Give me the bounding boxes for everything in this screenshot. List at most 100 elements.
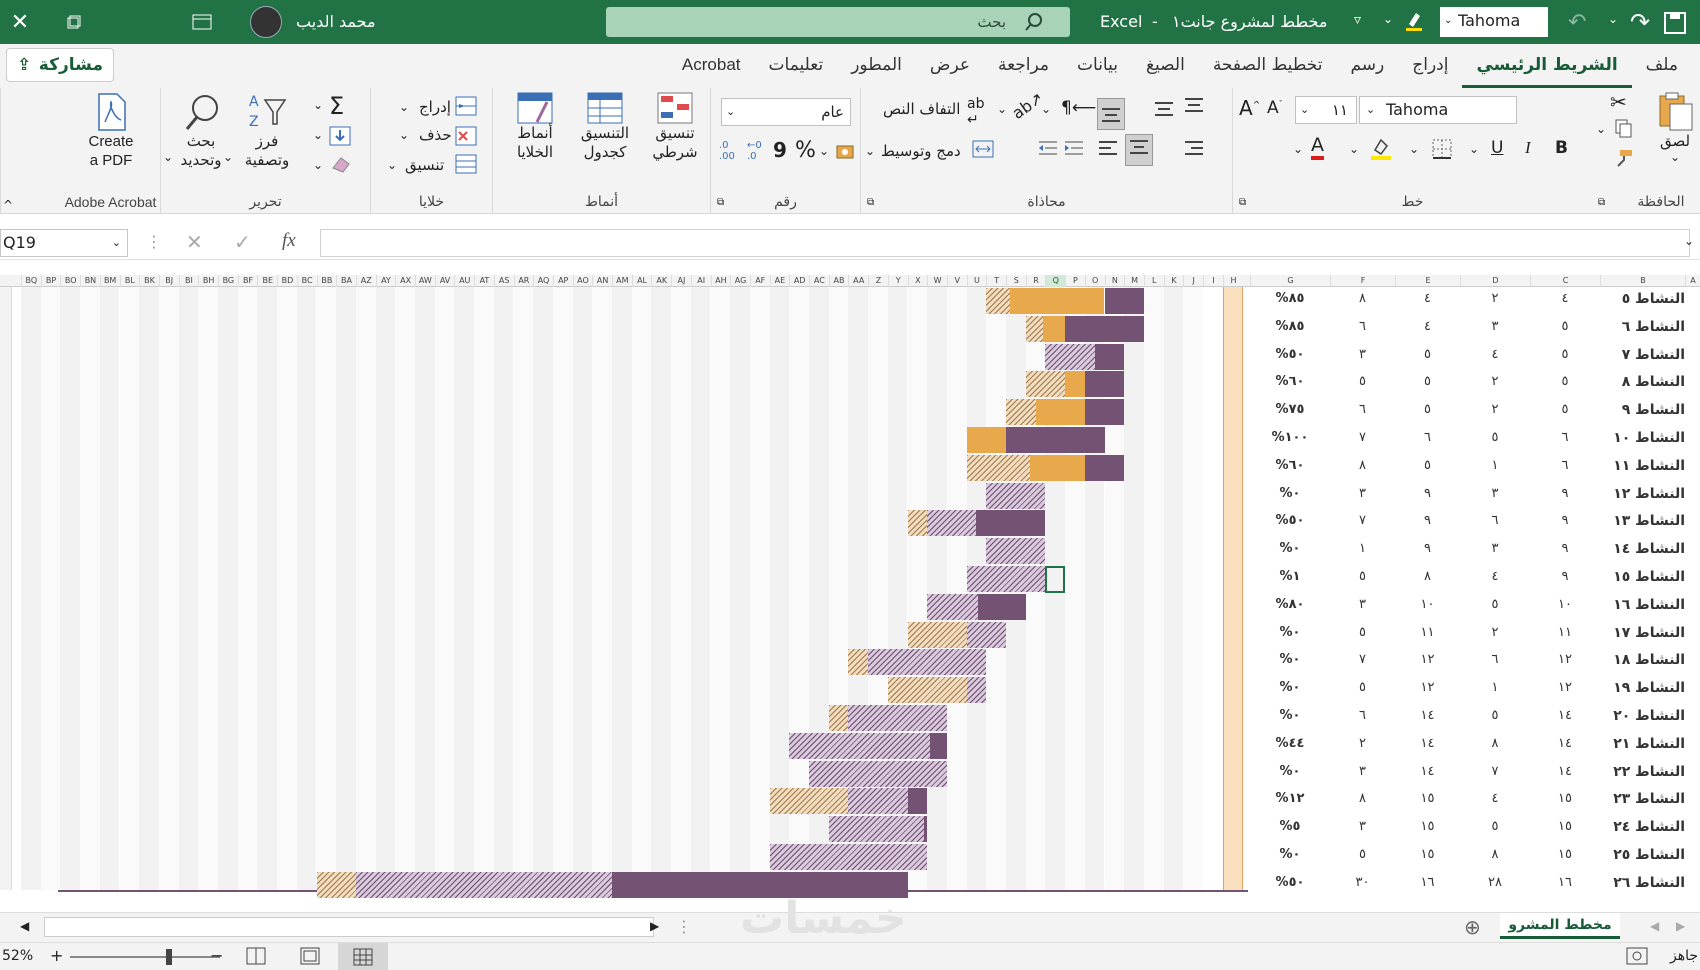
chevron-down-icon[interactable]: ⌄ [399,100,409,114]
cell-percent-complete[interactable]: ٨٥% [1250,291,1330,306]
chevron-down-icon[interactable]: ⌄ [1469,142,1479,156]
create-pdf-button[interactable]: Create a PDF [73,92,149,170]
cell-plan-start[interactable]: ٦ [1530,458,1600,473]
cell-activity-name[interactable]: النشاط ٦ [1600,319,1685,335]
cell-plan-start[interactable]: ٩ [1530,541,1600,556]
cell-activity-name[interactable]: النشاط ١٦ [1600,597,1685,613]
horizontal-scrollbar[interactable] [44,917,654,937]
tab-view[interactable]: عرض [916,44,984,88]
qat-font-select[interactable]: Tahoma ⌄ [1440,7,1548,37]
dialog-launcher-icon[interactable]: ⧉ [717,197,724,208]
cell-actual-duration[interactable]: ٥ [1330,625,1395,640]
cell-activity-name[interactable]: النشاط ٢٤ [1600,819,1685,835]
tab-draw[interactable]: رسم [1336,44,1398,88]
cell-plan-duration[interactable]: ٢ [1460,374,1530,389]
ribbon-display-icon[interactable] [190,10,214,34]
search-box[interactable]: بحث [606,7,1070,37]
chevron-down-icon[interactable]: ⌄ [387,158,397,172]
column-header-BN[interactable]: BN [80,275,100,287]
column-header-C[interactable]: C [1530,275,1600,287]
cell-plan-duration[interactable]: ٣ [1460,486,1530,501]
cell-plan-start[interactable]: ١٠ [1530,597,1600,612]
cell-actual-start[interactable]: ١٤ [1395,708,1460,723]
cell-plan-duration[interactable]: ١ [1460,458,1530,473]
cell-actual-duration[interactable]: ٥ [1330,847,1395,862]
align-left-icon[interactable] [1097,138,1119,164]
cell-plan-start[interactable]: ١٢ [1530,652,1600,667]
cell-actual-start[interactable]: ٥ [1395,347,1460,362]
chevron-down-icon[interactable]: ⌄ [1349,142,1359,156]
cell-actual-duration[interactable]: ٣ [1330,764,1395,779]
increase-decimal-icon[interactable]: .0.00 [719,140,735,162]
undo-icon[interactable]: ↶ [1568,10,1586,35]
align-top-icon[interactable] [1183,96,1205,122]
cell-activity-name[interactable]: النشاط ٨ [1600,374,1685,390]
column-header-BE[interactable]: BE [257,275,277,287]
cell-actual-start[interactable]: ١٤ [1395,736,1460,751]
cell-plan-duration[interactable]: ٨ [1460,847,1530,862]
chevron-down-icon[interactable]: ⌄ [1608,12,1618,26]
column-header-AH[interactable]: AH [710,275,731,287]
cell-plan-duration[interactable]: ٥ [1460,430,1530,445]
cell-plan-duration[interactable]: ٦ [1460,513,1530,528]
column-header-AY[interactable]: AY [375,275,396,287]
cell-plan-duration[interactable]: ٧ [1460,764,1530,779]
orientation-ab-icon[interactable]: ab↗ [1009,88,1047,123]
column-header-J[interactable]: J [1183,275,1203,287]
font-color-icon[interactable]: A [1311,134,1324,160]
column-header-BK[interactable]: BK [139,275,159,287]
column-header-AK[interactable]: AK [651,275,671,287]
align-right-icon[interactable] [1183,138,1205,164]
dialog-launcher-icon[interactable]: ⧉ [1598,197,1605,208]
column-header-AJ[interactable]: AJ [671,275,691,287]
column-header-P[interactable]: P [1065,275,1085,287]
column-header-BB[interactable]: BB [316,275,337,287]
cell-plan-duration[interactable]: ٣ [1460,319,1530,334]
tab-formulas[interactable]: الصيغ [1132,44,1199,88]
cell-plan-start[interactable]: ١٥ [1530,791,1600,806]
column-header-A[interactable]: A [1685,275,1700,287]
scroll-right-icon[interactable]: ▶ [650,919,659,933]
cell-actual-duration[interactable]: ٣٠ [1330,875,1395,890]
bold-button[interactable]: B [1555,138,1568,158]
collapse-ribbon-icon[interactable]: ^ [3,198,13,212]
cell-percent-complete[interactable]: ٠% [1250,652,1330,667]
chevron-down-icon[interactable]: ⌄ [313,158,323,172]
column-header-BO[interactable]: BO [60,275,80,287]
cell-plan-start[interactable]: ٩ [1530,513,1600,528]
cell-plan-duration[interactable]: ٨ [1460,736,1530,751]
cell-actual-duration[interactable]: ٨ [1330,791,1395,806]
column-header-W[interactable]: W [927,275,947,287]
insert-cells-icon[interactable] [455,96,477,120]
tab-page-layout[interactable]: تخطيط الصفحة [1199,44,1337,88]
cell-actual-start[interactable]: ٥ [1395,458,1460,473]
column-header-AI[interactable]: AI [690,275,711,287]
new-sheet-icon[interactable]: ⊕ [1464,915,1481,939]
column-header-BG[interactable]: BG [218,275,238,287]
italic-button[interactable]: I [1525,138,1531,158]
cell-activity-name[interactable]: النشاط ٢٦ [1600,875,1685,891]
column-header-AP[interactable]: AP [552,275,573,287]
cell-plan-start[interactable]: ١٤ [1530,736,1600,751]
underline-button[interactable]: U [1491,138,1503,158]
font-size-select[interactable]: ١١ ⌄ [1295,96,1357,124]
merge-center-label[interactable]: دمج وتوسيط [881,142,961,160]
column-header-BM[interactable]: BM [99,275,120,287]
comma-button[interactable]: 9 [773,138,787,162]
cell-plan-duration[interactable]: ٣ [1460,541,1530,556]
cell-activity-name[interactable]: النشاط ١٠ [1600,430,1685,446]
column-header-L[interactable]: L [1143,275,1164,287]
chevron-down-icon[interactable]: ⌄ [1409,142,1419,156]
column-header-AN[interactable]: AN [592,275,612,287]
tab-insert[interactable]: إدراج [1398,44,1462,88]
cell-actual-duration[interactable]: ٥ [1330,374,1395,389]
column-header-R[interactable]: R [1025,275,1046,287]
cell-percent-complete[interactable]: ٤٤% [1250,736,1330,751]
cell-plan-duration[interactable]: ٤ [1460,791,1530,806]
spreadsheet-grid[interactable]: A B C D E F G H I J K L M N O P Q R S T U V W X Y Z AA AB AC AD AE AF AG… [0,275,1700,900]
paste-icon[interactable] [1656,92,1694,136]
accounting-format-icon[interactable] [835,142,857,166]
column-header-D[interactable]: D [1460,275,1530,287]
chevron-down-icon[interactable]: ⌄ [1670,150,1680,164]
zoom-thumb[interactable] [166,949,172,965]
